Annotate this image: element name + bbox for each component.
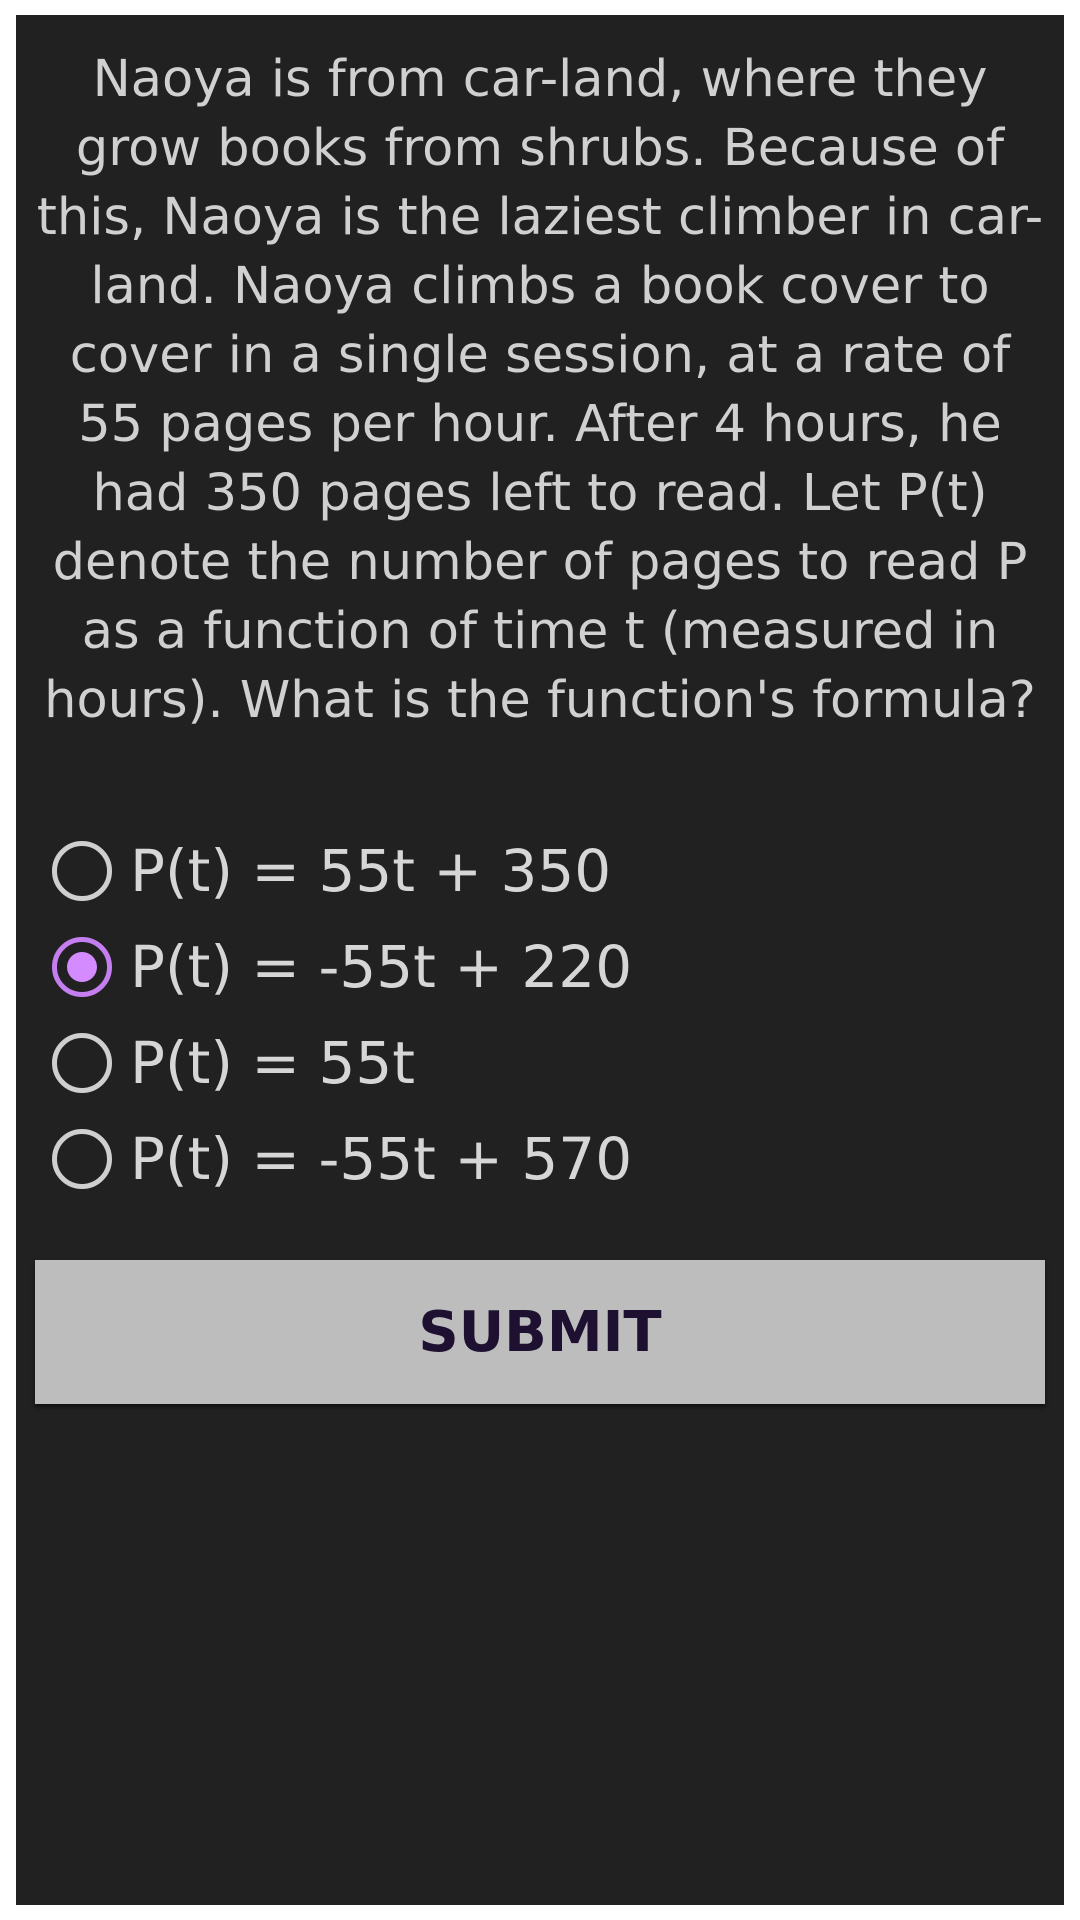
submit-button[interactable]: SUBMIT: [35, 1260, 1045, 1404]
answer-option[interactable]: P(t) = 55t + 350: [52, 823, 1032, 919]
radio-button-icon[interactable]: [52, 841, 112, 901]
answer-option-label: P(t) = -55t + 570: [130, 1125, 633, 1193]
answer-options: P(t) = 55t + 350 P(t) = -55t + 220 P(t) …: [52, 823, 1032, 1207]
radio-button-icon[interactable]: [52, 1129, 112, 1189]
radio-button-icon[interactable]: [52, 1033, 112, 1093]
answer-option[interactable]: P(t) = -55t + 570: [52, 1111, 1032, 1207]
answer-option[interactable]: P(t) = -55t + 220: [52, 919, 1032, 1015]
question-text: Naoya is from car-land, where they grow …: [36, 50, 1044, 730]
answer-option-label: P(t) = 55t + 350: [130, 837, 612, 905]
quiz-panel: Naoya is from car-land, where they grow …: [16, 15, 1064, 1905]
answer-option-label: P(t) = -55t + 220: [130, 933, 633, 1001]
answer-option[interactable]: P(t) = 55t: [52, 1015, 1032, 1111]
radio-button-icon[interactable]: [52, 937, 112, 997]
answer-option-label: P(t) = 55t: [130, 1029, 415, 1097]
